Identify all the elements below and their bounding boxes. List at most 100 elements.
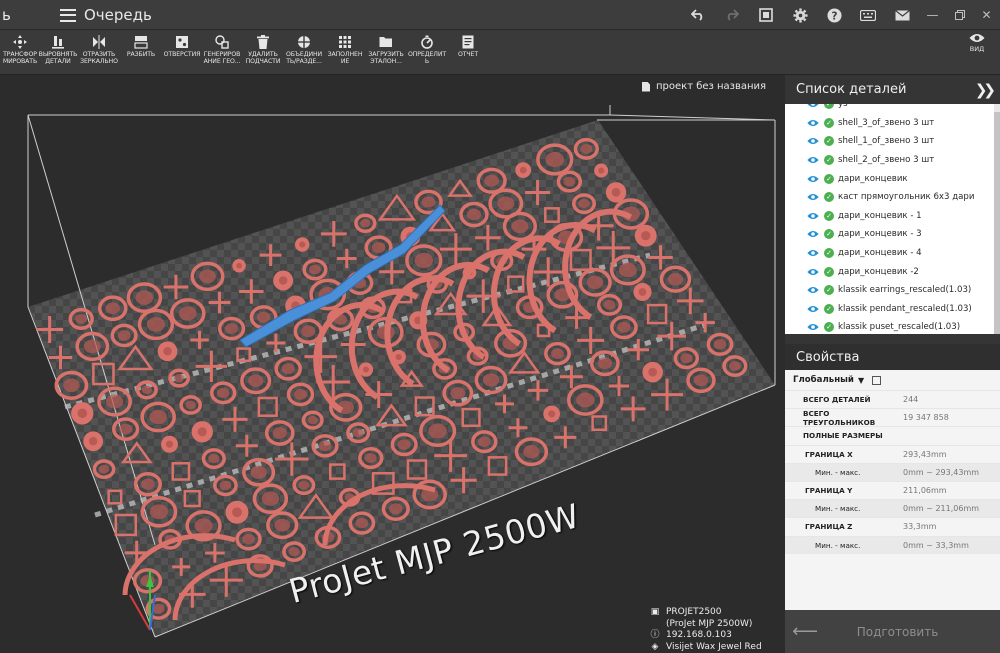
jewelry-model[interactable] bbox=[667, 272, 684, 286]
delete-subparts-button[interactable]: УДАЛИТЬ ПОДЧАСТИ bbox=[243, 33, 283, 73]
jewelry-model[interactable] bbox=[597, 357, 613, 370]
parts-list-item[interactable]: ✓ дари_концевик - 3 bbox=[785, 225, 1000, 244]
jewelry-model[interactable] bbox=[580, 143, 593, 154]
jewelry-model[interactable] bbox=[119, 423, 133, 435]
jewelry-model[interactable] bbox=[618, 262, 637, 278]
jewelry-model[interactable] bbox=[586, 275, 604, 290]
jewelry-model[interactable] bbox=[693, 374, 709, 387]
parts-list-item[interactable]: ✓ дари_концевик - 4 bbox=[785, 244, 1000, 263]
load-reference-button[interactable]: ЗАГРУЗИТЬ ЭТАЛОН... bbox=[366, 33, 406, 73]
jewelry-model[interactable] bbox=[638, 288, 647, 296]
jewelry-model[interactable] bbox=[288, 547, 300, 557]
jewelry-model[interactable] bbox=[232, 507, 242, 518]
project-name[interactable]: проект без названия bbox=[642, 81, 766, 92]
mirror-button[interactable]: ОТРАЗИТЬ ЗЕРКАЛЬНО bbox=[79, 33, 119, 73]
parts-list-item[interactable]: ✓ дари_концевик bbox=[785, 169, 1000, 188]
jewelry-model[interactable] bbox=[185, 400, 196, 410]
visibility-eye-icon[interactable] bbox=[807, 230, 819, 238]
visibility-eye-icon[interactable] bbox=[807, 104, 819, 108]
jewelry-model[interactable] bbox=[389, 503, 403, 515]
jewelry-model[interactable] bbox=[256, 311, 271, 323]
fill-button[interactable]: ЗАПОЛНЕН ИЕ bbox=[325, 33, 365, 73]
parts-list-item[interactable]: ✓ shell_3_of_звено 3 шт bbox=[785, 114, 1000, 133]
undo-button[interactable] bbox=[681, 0, 715, 30]
jewelry-model[interactable] bbox=[360, 219, 371, 228]
jewelry-model[interactable] bbox=[523, 444, 540, 459]
keyboard-button[interactable] bbox=[851, 0, 885, 30]
jewelry-model[interactable] bbox=[242, 533, 255, 545]
jewelry-model[interactable] bbox=[299, 241, 306, 248]
jewelry-model[interactable] bbox=[318, 440, 332, 452]
jewelry-model[interactable] bbox=[225, 323, 239, 334]
jewelry-model[interactable] bbox=[578, 199, 590, 209]
jewelry-model[interactable] bbox=[117, 330, 131, 341]
parts-scrollbar[interactable] bbox=[994, 112, 1000, 334]
jewelry-model[interactable] bbox=[281, 363, 295, 375]
parts-list-item[interactable]: ✓ klassik pendant_rescaled(1.03) bbox=[785, 300, 1000, 319]
jewelry-model[interactable] bbox=[272, 427, 287, 439]
jewelry-model[interactable] bbox=[199, 269, 216, 284]
detect-button[interactable]: ОПРЕДЕЛИТ Ь bbox=[407, 33, 447, 73]
settings-button[interactable] bbox=[783, 0, 817, 30]
jewelry-model[interactable] bbox=[278, 276, 288, 285]
jewelry-model[interactable] bbox=[135, 290, 154, 305]
jewelry-model[interactable] bbox=[414, 252, 434, 269]
holes-button[interactable]: ОТВЕРСТИЯ bbox=[162, 33, 202, 73]
jewelry-model[interactable] bbox=[105, 302, 120, 315]
jewelry-model[interactable] bbox=[208, 453, 220, 464]
jewelry-model[interactable] bbox=[298, 480, 310, 490]
back-arrow-icon[interactable]: ⟵ bbox=[785, 621, 825, 642]
jewelry-model[interactable] bbox=[545, 151, 565, 168]
jewelry-model[interactable] bbox=[149, 409, 167, 425]
merge-split-button[interactable]: ОБЪЕДИНИ ТЬ/РАЗДЕ... bbox=[284, 33, 324, 73]
hamburger-icon[interactable] bbox=[60, 8, 76, 22]
report-button[interactable]: ОТЧЕТ bbox=[448, 33, 488, 73]
jewelry-model[interactable] bbox=[194, 518, 213, 534]
jewelry-model[interactable] bbox=[713, 339, 727, 350]
jewelry-model[interactable] bbox=[146, 317, 165, 332]
copy-icon[interactable] bbox=[872, 375, 882, 385]
jewelry-model[interactable] bbox=[355, 517, 369, 529]
jewelry-model[interactable] bbox=[484, 174, 499, 187]
jewelry-model[interactable] bbox=[88, 436, 98, 446]
jewelry-model[interactable] bbox=[611, 187, 621, 197]
jewelry-model[interactable] bbox=[421, 196, 436, 208]
jewelry-model[interactable] bbox=[141, 385, 152, 395]
visibility-eye-icon[interactable] bbox=[807, 249, 819, 257]
generate-geometry-button[interactable]: ГЕНЕРИРОВ АНИЕ ГЕО... bbox=[202, 33, 242, 73]
jewelry-model[interactable] bbox=[362, 366, 370, 373]
scope-selector[interactable]: Глобальный ▼ bbox=[785, 370, 1000, 390]
visibility-eye-icon[interactable] bbox=[807, 137, 819, 145]
jewelry-model[interactable] bbox=[163, 347, 172, 356]
workspace-button[interactable] bbox=[749, 0, 783, 30]
jewelry-model[interactable] bbox=[98, 464, 110, 474]
redo-button[interactable] bbox=[715, 0, 749, 30]
jewelry-model[interactable] bbox=[450, 386, 466, 400]
jewelry-model[interactable] bbox=[216, 387, 230, 399]
jewelry-model[interactable] bbox=[648, 367, 658, 377]
jewelry-model[interactable] bbox=[248, 374, 264, 387]
parts-list-item[interactable]: ✓ дари_концевик -2 bbox=[785, 262, 1000, 281]
jewelry-model[interactable] bbox=[364, 453, 377, 463]
parts-list-item[interactable]: ✓ shell_2_of_звено 3 шт bbox=[785, 151, 1000, 170]
jewelry-model[interactable] bbox=[680, 353, 693, 364]
jewelry-model[interactable] bbox=[519, 166, 527, 174]
view-button[interactable]: ВИД bbox=[962, 33, 992, 53]
jewelry-model[interactable] bbox=[293, 389, 308, 400]
restore-button[interactable] bbox=[946, 0, 973, 30]
split-button[interactable]: РАЗБИТЬ bbox=[121, 33, 161, 73]
close-button[interactable]: ✕ bbox=[973, 0, 1000, 30]
jewelry-model[interactable] bbox=[197, 427, 207, 437]
jewelry-model[interactable] bbox=[307, 415, 318, 425]
visibility-eye-icon[interactable] bbox=[807, 323, 819, 331]
jewelry-model[interactable] bbox=[309, 264, 321, 275]
jewelry-model[interactable] bbox=[603, 299, 616, 310]
jewelry-model[interactable] bbox=[149, 504, 169, 520]
visibility-eye-icon[interactable] bbox=[807, 193, 819, 201]
jewelry-model[interactable] bbox=[274, 518, 291, 532]
jewelry-model[interactable] bbox=[371, 241, 386, 254]
jewelry-model[interactable] bbox=[261, 491, 280, 506]
jewelry-model[interactable] bbox=[576, 392, 595, 408]
jewelry-model[interactable] bbox=[428, 423, 447, 439]
visibility-eye-icon[interactable] bbox=[807, 156, 819, 164]
